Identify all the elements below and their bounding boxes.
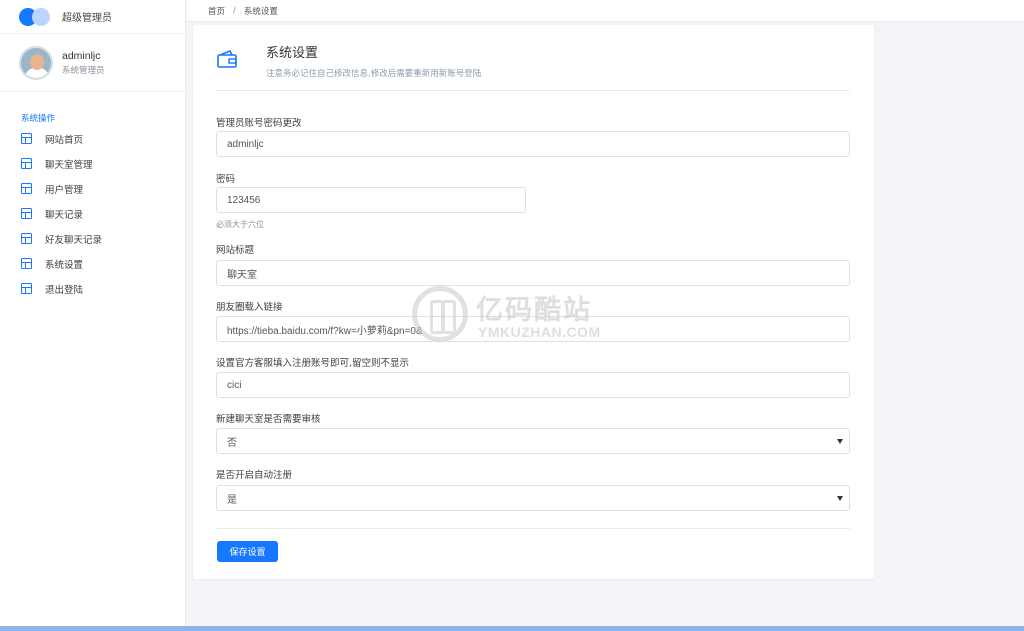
watermark-logo-icon bbox=[412, 286, 468, 342]
site-title-label: 网站标题 bbox=[216, 245, 255, 256]
layout-icon bbox=[21, 258, 32, 269]
site-title-input[interactable] bbox=[216, 260, 850, 286]
sidebar-item-logout[interactable]: 退出登陆 bbox=[0, 276, 185, 301]
sidebar-item-chatrooms[interactable]: 聊天室管理 bbox=[0, 151, 185, 176]
breadcrumb-current: 系统设置 bbox=[243, 6, 278, 17]
sidebar-item-home[interactable]: 网站首页 bbox=[0, 126, 185, 151]
user-profile[interactable]: adminljc 系统管理员 bbox=[0, 34, 185, 92]
user-role: 系统管理员 bbox=[62, 65, 105, 76]
room-review-label: 新建聊天室是否需要审核 bbox=[216, 414, 321, 425]
sidebar-item-label: 网站首页 bbox=[45, 134, 84, 146]
account-input[interactable] bbox=[216, 131, 850, 157]
room-review-select[interactable]: 否 bbox=[216, 428, 850, 454]
service-account-label: 设置官方客服填入注册账号即可,留空则不显示 bbox=[216, 358, 410, 369]
watermark-cn: 亿码酷站 bbox=[476, 295, 592, 326]
account-label: 管理员账号密码更改 bbox=[216, 118, 302, 129]
nav-group-label: 系统操作 bbox=[21, 114, 56, 124]
sidebar-item-label: 系统设置 bbox=[45, 259, 84, 271]
page-subtitle: 注意务必记住自己修改信息,修改后需要重新用新账号登陆 bbox=[266, 69, 482, 79]
moments-link-label: 朋友圈载入链接 bbox=[216, 302, 283, 313]
bottom-strip bbox=[0, 626, 1024, 631]
page-title: 系统设置 bbox=[266, 46, 319, 61]
wallet-icon bbox=[217, 50, 237, 68]
save-button[interactable]: 保存设置 bbox=[217, 541, 278, 562]
sidebar-item-settings[interactable]: 系统设置 bbox=[0, 251, 185, 276]
service-account-input[interactable] bbox=[216, 372, 850, 398]
sidebar: 超级管理员 adminljc 系统管理员 系统操作 网站首页 聊天室管理 用户管… bbox=[0, 0, 186, 631]
breadcrumb-home[interactable]: 首页 bbox=[208, 5, 225, 17]
password-help: 必须大于六位 bbox=[216, 220, 264, 229]
brand-name: 超级管理员 bbox=[62, 13, 112, 24]
user-name: adminljc bbox=[62, 49, 101, 62]
sidebar-item-label: 用户管理 bbox=[45, 184, 84, 196]
layout-icon bbox=[21, 133, 32, 144]
room-review-value: 否 bbox=[227, 437, 237, 449]
avatar[interactable] bbox=[19, 45, 53, 80]
sidebar-item-friend-chat-logs[interactable]: 好友聊天记录 bbox=[0, 226, 185, 251]
layout-icon bbox=[21, 283, 32, 294]
auto-register-select[interactable]: 是 bbox=[216, 485, 850, 511]
sidebar-item-label: 好友聊天记录 bbox=[45, 234, 103, 246]
user-info: adminljc 系统管理员 bbox=[62, 50, 105, 76]
divider bbox=[216, 528, 850, 529]
layout-icon bbox=[21, 158, 32, 169]
watermark: 亿码酷站 YMKUZHAN.COM bbox=[412, 286, 617, 346]
breadcrumb-separator: / bbox=[233, 5, 236, 16]
brand: 超级管理员 bbox=[0, 0, 185, 34]
layout-icon bbox=[21, 233, 32, 244]
sidebar-item-chat-logs[interactable]: 聊天记录 bbox=[0, 201, 185, 226]
sidebar-item-label: 聊天室管理 bbox=[45, 159, 93, 171]
breadcrumb: 首页 / 系统设置 bbox=[187, 0, 1024, 22]
caret-down-icon bbox=[837, 439, 843, 444]
watermark-en: YMKUZHAN.COM bbox=[478, 324, 601, 340]
password-label: 密码 bbox=[216, 174, 236, 185]
caret-down-icon bbox=[837, 496, 843, 501]
auto-register-label: 是否开启自动注册 bbox=[216, 470, 293, 481]
card-header: 系统设置 注意务必记住自己修改信息,修改后需要重新用新账号登陆 bbox=[216, 25, 850, 91]
sidebar-nav: 网站首页 聊天室管理 用户管理 聊天记录 好友聊天记录 系统设置 退出登陆 bbox=[0, 126, 185, 301]
layout-icon bbox=[21, 208, 32, 219]
layout-icon bbox=[21, 183, 32, 194]
sidebar-item-label: 退出登陆 bbox=[45, 284, 84, 296]
sidebar-item-users[interactable]: 用户管理 bbox=[0, 176, 185, 201]
auto-register-value: 是 bbox=[227, 494, 237, 506]
password-input[interactable] bbox=[216, 187, 526, 213]
sidebar-item-label: 聊天记录 bbox=[45, 209, 84, 221]
logo-icon bbox=[19, 7, 53, 26]
